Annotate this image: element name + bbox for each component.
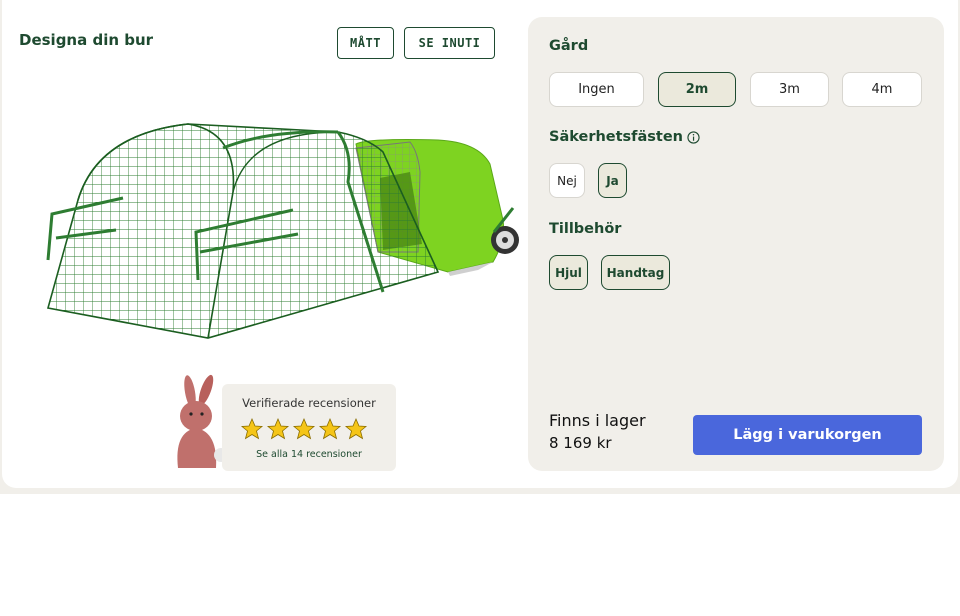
configurator-title: Designa din bur [19, 31, 154, 49]
run-option-3m[interactable]: 3m [750, 72, 829, 107]
star-icon [292, 417, 316, 440]
see-inside-button[interactable]: SE INUTI [404, 27, 495, 59]
options-panel: Gård Ingen 2m 3m 4m Säkerhetsfästen Nej … [528, 17, 944, 471]
configurator-card: Designa din bur MÅTT SE INUTI Verifierad… [2, 0, 958, 488]
info-icon[interactable] [687, 130, 700, 144]
star-icon [266, 417, 290, 440]
star-icon [344, 417, 368, 440]
run-option-2m[interactable]: 2m [658, 72, 736, 107]
reviews-label: Verifierade recensioner [242, 396, 376, 410]
see-all-reviews-link[interactable]: Se alla 14 recensioner [222, 449, 396, 460]
stock-status: Finns i lager [549, 411, 646, 430]
dimensions-button[interactable]: MÅTT [337, 27, 394, 59]
accessory-option-handtag[interactable]: Handtag [601, 255, 670, 290]
price: 8 169 kr [549, 434, 612, 452]
reviews-widget[interactable]: Verifierade recensioner Se alla 14 recen… [222, 384, 396, 471]
accessory-option-hjul[interactable]: Hjul [549, 255, 588, 290]
accessories-section-title: Tillbehör [549, 221, 622, 237]
safety-option-ja[interactable]: Ja [598, 163, 627, 198]
add-to-cart-button[interactable]: Lägg i varukorgen [693, 415, 922, 455]
run-section-title: Gård [549, 38, 589, 54]
run-option-4m[interactable]: 4m [842, 72, 922, 107]
star-icon [318, 417, 342, 440]
product-image [46, 123, 519, 339]
star-rating [240, 417, 368, 441]
safety-option-nej[interactable]: Nej [549, 163, 585, 198]
safety-section-title: Säkerhetsfästen [549, 129, 700, 145]
star-icon [240, 417, 264, 440]
run-option-ingen[interactable]: Ingen [549, 72, 644, 107]
